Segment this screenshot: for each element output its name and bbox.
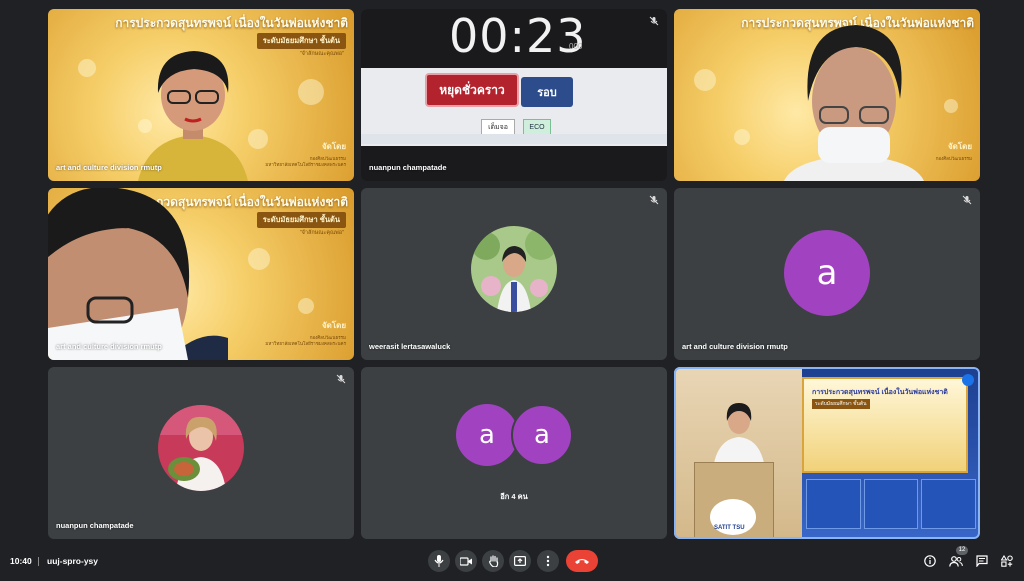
banner-footer-title: จัดโดย (321, 321, 346, 330)
divider (38, 557, 39, 566)
timer-ms: 000 (569, 42, 583, 51)
participant-name: nuanpun champatade (369, 163, 447, 172)
raise-hand-button[interactable] (482, 550, 504, 572)
others-avatar-1: a (456, 404, 518, 466)
participant-tile-art-culture-2[interactable]: การประกวดสุนทรพจน์ เนื่องในวันพ่อแห่งชาต… (48, 188, 354, 360)
banner-subtitle: "จำลักษณะคุณพ่อ" (299, 51, 344, 57)
more-options-icon (546, 555, 550, 567)
more-participants-label: อีก 4 คน (500, 492, 528, 501)
participant-tile-speaker[interactable]: SATIT TSU การประกวดสุนทรพจน์ เนื่องในวัน… (674, 367, 980, 539)
participant-name: art and culture division rmutp (56, 163, 162, 172)
participant-name: art and culture division rmutp (682, 342, 788, 351)
participant-video-person (138, 51, 248, 181)
active-speaker-highlight (674, 367, 980, 539)
camera-button[interactable] (455, 550, 477, 572)
participant-tile-art-culture-1[interactable]: การประกวดสุนทรพจน์ เนื่องในวันพ่อแห่งชาต… (48, 9, 354, 181)
camera-icon (460, 556, 472, 566)
muted-mic-icon (649, 16, 659, 26)
people-button[interactable] (948, 553, 964, 569)
participant-avatar-letter: a (784, 230, 870, 316)
participant-name: weerasit lertasawaluck (369, 342, 451, 351)
chat-icon (976, 555, 988, 567)
microphone-icon (434, 555, 444, 567)
info-icon (924, 555, 936, 567)
participant-avatar (158, 405, 244, 491)
participant-name: nuanpun champatade (56, 521, 134, 530)
participant-tile-weerasit[interactable]: weerasit lertasawaluck (361, 188, 667, 360)
fullscreen-button: เต็มจอ (481, 119, 515, 135)
meeting-code: uuj-spro-ysy (47, 556, 99, 566)
speaking-indicator-icon (962, 374, 974, 386)
chat-button[interactable] (974, 553, 990, 569)
participant-tile-banner-3[interactable]: การประกวดสุนทรพจน์ เนื่องในวันพ่อแห่งชาต… (674, 9, 980, 181)
activities-icon (1001, 555, 1013, 567)
participant-tile-art-culture-3[interactable]: a art and culture division rmutp (674, 188, 980, 360)
participant-tile-others[interactable]: a a อีก 4 คน (361, 367, 667, 539)
participant-video-person (48, 188, 228, 360)
banner-footer-title: จัดโดย (947, 142, 972, 151)
banner-subtitle: "จำลักษณะคุณพ่อ" (299, 230, 344, 236)
banner-footer-line2: มหาวิทยาลัยเทคโนโลยีราชมงคลพระนคร (265, 162, 346, 167)
present-screen-button[interactable] (509, 550, 531, 572)
lap-button: รอบ (521, 77, 573, 107)
timer-display: 00:23 (449, 9, 587, 63)
banner-level: ระดับมัธยมศึกษา ชั้นต้น (256, 33, 346, 49)
muted-mic-icon (649, 195, 659, 205)
end-call-icon (575, 559, 589, 564)
screen-taskbar (361, 134, 667, 144)
banner-footer-line1: กองศิลปวัฒนธรรม (935, 156, 972, 161)
muted-mic-icon (962, 195, 972, 205)
end-call-button[interactable] (566, 550, 598, 572)
people-icon (949, 555, 963, 567)
muted-mic-icon (336, 374, 346, 384)
banner-footer-line2: มหาวิทยาลัยเทคโนโลยีราชมงคลพระนคร (265, 341, 346, 346)
others-avatar-2: a (511, 404, 573, 466)
participant-video-person (784, 25, 924, 181)
participant-grid: การประกวดสุนทรพจน์ เนื่องในวันพ่อแห่งชาต… (0, 0, 1024, 545)
participants-count-badge: 12 (956, 546, 968, 555)
banner-title: การประกวดสุนทรพจน์ เนื่องในวันพ่อแห่งชาต… (115, 16, 348, 30)
participant-avatar (471, 226, 557, 312)
participant-tile-nuanpun[interactable]: nuanpun champatade (48, 367, 354, 539)
meeting-details-button[interactable] (922, 553, 938, 569)
participant-name: art and culture division rmutp (56, 342, 162, 351)
banner-level: ระดับมัธยมศึกษา ชั้นต้น (256, 212, 346, 228)
raise-hand-icon (488, 555, 498, 567)
banner-footer-title: จัดโดย (321, 142, 346, 151)
pause-button: หยุดชั่วคราว (425, 73, 519, 107)
meeting-control-bar: 10:40 uuj-spro-ysy 12 (0, 545, 1024, 581)
present-screen-icon (514, 556, 526, 566)
participant-tile-nuanpun-timer[interactable]: 00:23 000 หยุดชั่วคราว รอบ เต็มจอ ECO nu… (361, 9, 667, 181)
activities-button[interactable] (999, 553, 1015, 569)
meeting-clock: 10:40 (10, 556, 32, 566)
more-options-button[interactable] (537, 550, 559, 572)
eco-button: ECO (523, 119, 551, 135)
microphone-button[interactable] (428, 550, 450, 572)
